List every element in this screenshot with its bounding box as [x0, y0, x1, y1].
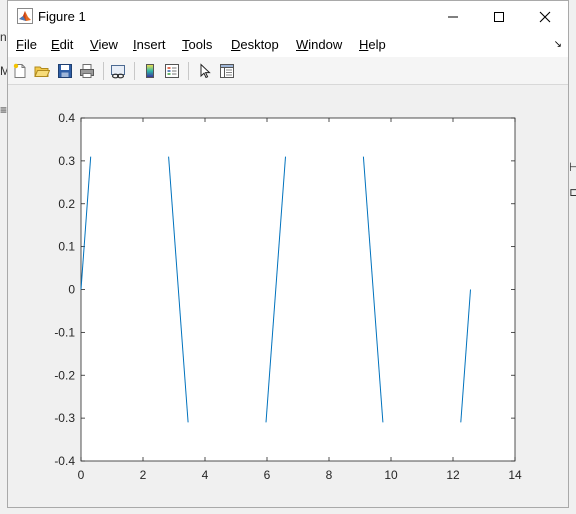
x-tick-label: 8 — [326, 468, 333, 482]
menu-tools[interactable]: Tools — [182, 37, 212, 52]
minimize-icon — [448, 16, 458, 17]
edit-plot-button[interactable] — [196, 62, 214, 80]
background-window-fragment: ≡ — [0, 103, 8, 117]
toolbar-separator — [103, 62, 104, 80]
menu-desktop[interactable]: Desktop — [231, 37, 279, 52]
link-plot-button[interactable] — [109, 62, 127, 80]
x-tick-label: 12 — [446, 468, 460, 482]
x-tick-label: 6 — [264, 468, 271, 482]
menu-file[interactable]: File — [16, 37, 37, 52]
save-button[interactable] — [56, 62, 74, 80]
y-tick-label: 0.1 — [58, 240, 75, 254]
close-icon — [539, 11, 551, 22]
matlab-logo-icon — [17, 8, 33, 24]
y-tick-label: -0.4 — [54, 454, 75, 468]
open-file-button[interactable] — [33, 62, 51, 80]
maximize-icon — [494, 11, 504, 22]
menu-dock-arrow-icon[interactable]: ↘ — [554, 39, 562, 50]
print-icon — [80, 64, 94, 78]
menu-edit[interactable]: Edit — [51, 37, 73, 52]
toolbar-separator — [188, 62, 189, 80]
background-window-fragment: ⊢ — [569, 160, 576, 174]
y-tick-label: -0.1 — [54, 325, 75, 339]
toolbar-separator — [134, 62, 135, 80]
x-tick-label: 0 — [78, 468, 85, 482]
close-button[interactable] — [522, 1, 568, 32]
menu-view[interactable]: View — [90, 37, 118, 52]
property-inspector-icon — [220, 64, 234, 78]
new-figure-button[interactable] — [11, 62, 29, 80]
new-figure-icon — [13, 63, 26, 78]
title-bar[interactable]: Figure 1 — [8, 1, 568, 32]
menu-insert[interactable]: Insert — [133, 37, 166, 52]
x-tick-label: 10 — [384, 468, 398, 482]
link-plot-icon — [111, 65, 125, 79]
figure-canvas: 0 2 4 6 8 10 12 14 0.4 0.3 0.2 0.1 0 -0.1 -0.2 -0.3 -0.4 — [8, 85, 568, 507]
window-title: Figure 1 — [38, 9, 86, 24]
save-icon — [58, 64, 72, 78]
y-tick-label: -0.2 — [54, 368, 75, 382]
insert-colorbar-button[interactable] — [141, 62, 159, 80]
y-tick-label: 0 — [68, 283, 75, 297]
colorbar-icon — [146, 64, 154, 78]
menu-window[interactable]: Window — [296, 37, 342, 52]
background-window-fragment: ⊏ — [569, 185, 576, 199]
edit-plot-icon — [200, 63, 211, 79]
y-tick-label: 0.4 — [58, 111, 75, 125]
menu-bar: File Edit View Insert Tools Desktop Wind… — [8, 32, 568, 57]
x-tick-label: 14 — [508, 468, 522, 482]
figure-window: Figure 1 File Edit View Insert Tools Des… — [7, 0, 569, 508]
figure-toolbar — [8, 57, 568, 85]
y-tick-label: -0.3 — [54, 411, 75, 425]
maximize-button[interactable] — [476, 1, 522, 32]
axes-box — [80, 117, 516, 462]
plot-axes[interactable]: 0 2 4 6 8 10 12 14 0.4 0.3 0.2 0.1 0 -0.1 -0.2 -0.3 -0.4 — [8, 85, 568, 507]
insert-legend-button[interactable] — [163, 62, 181, 80]
x-tick-label: 2 — [140, 468, 147, 482]
minimize-button[interactable] — [430, 1, 476, 32]
y-tick-label: 0.3 — [58, 154, 75, 168]
y-tick-label: 0.2 — [58, 197, 75, 211]
background-window-fragment: n — [0, 30, 7, 44]
legend-icon — [165, 64, 179, 78]
menu-help[interactable]: Help — [359, 37, 386, 52]
print-button[interactable] — [78, 62, 96, 80]
x-tick-label: 4 — [202, 468, 209, 482]
property-inspector-button[interactable] — [218, 62, 236, 80]
open-file-icon — [34, 66, 50, 77]
